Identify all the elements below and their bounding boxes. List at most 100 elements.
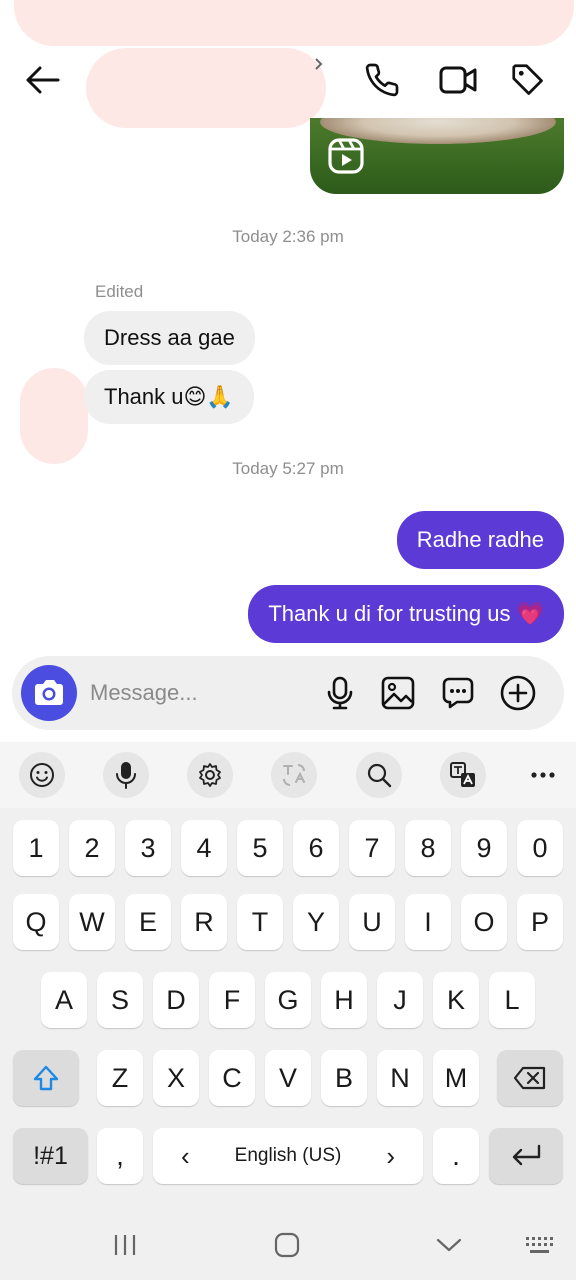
hide-keyboard-icon	[436, 1238, 462, 1252]
key-7[interactable]: 7	[349, 820, 395, 876]
translate-icon	[283, 764, 305, 786]
gallery-icon	[381, 676, 415, 710]
key-8[interactable]: 8	[405, 820, 451, 876]
key-3[interactable]: 3	[125, 820, 171, 876]
phone-icon	[365, 63, 399, 97]
gallery-button[interactable]	[380, 675, 416, 711]
key-g[interactable]: G	[265, 972, 311, 1028]
key-o[interactable]: O	[461, 894, 507, 950]
emoji-button[interactable]	[19, 752, 65, 798]
key-c[interactable]: C	[209, 1050, 255, 1106]
key-5[interactable]: 5	[237, 820, 283, 876]
enter-icon	[512, 1144, 541, 1166]
key-v[interactable]: V	[265, 1050, 311, 1106]
chevron-right-icon	[315, 58, 323, 70]
key-i[interactable]: I	[405, 894, 451, 950]
key-f[interactable]: F	[209, 972, 255, 1028]
backspace-key[interactable]	[497, 1050, 563, 1106]
keyboard-settings-button[interactable]	[187, 752, 233, 798]
space-bar[interactable]: ‹ English (US) ›	[153, 1128, 423, 1184]
system-navigation-bar	[0, 1210, 576, 1280]
key-0[interactable]: 0	[517, 820, 563, 876]
camera-button[interactable]	[21, 665, 77, 721]
key-b[interactable]: B	[321, 1050, 367, 1106]
message-timestamp: Today 5:27 pm	[232, 459, 344, 478]
back-button[interactable]	[18, 60, 66, 100]
key-p[interactable]: P	[517, 894, 563, 950]
key-j[interactable]: J	[377, 972, 423, 1028]
key-t[interactable]: T	[237, 894, 283, 950]
more-options-button[interactable]	[500, 675, 536, 711]
home-button[interactable]	[270, 1228, 304, 1262]
voice-message-button[interactable]	[322, 675, 358, 711]
keyboard-switch-icon	[526, 1237, 553, 1253]
key-q[interactable]: Q	[13, 894, 59, 950]
key-n[interactable]: N	[377, 1050, 423, 1106]
incoming-message[interactable]: Dress aa gae	[84, 311, 255, 365]
keyboard-toolbar	[0, 742, 576, 808]
tag-button[interactable]	[504, 58, 552, 102]
key-z[interactable]: Z	[97, 1050, 143, 1106]
text-translate-icon	[450, 762, 475, 787]
shift-icon	[33, 1065, 59, 1091]
shift-key[interactable]	[13, 1050, 79, 1106]
key-m[interactable]: M	[433, 1050, 479, 1106]
message-input[interactable]	[90, 674, 310, 712]
translate-button[interactable]	[271, 752, 317, 798]
key-x[interactable]: X	[153, 1050, 199, 1106]
message-text: Thank u di for trusting us	[268, 601, 511, 626]
outgoing-message[interactable]: Radhe radhe	[396, 511, 564, 569]
reels-icon	[328, 138, 364, 174]
hide-keyboard-button[interactable]	[432, 1228, 466, 1262]
keyboard-more-button[interactable]	[528, 762, 558, 788]
keyboard-switch-button[interactable]	[522, 1228, 556, 1262]
contact-name-redacted[interactable]	[86, 48, 326, 128]
message-composer	[12, 656, 564, 730]
home-icon	[274, 1232, 300, 1258]
settings-icon	[199, 763, 221, 787]
recents-icon	[114, 1235, 136, 1255]
key-r[interactable]: R	[181, 894, 227, 950]
voice-input-button[interactable]	[103, 752, 149, 798]
symbols-key[interactable]: !#1	[13, 1128, 88, 1184]
plus-icon	[500, 675, 536, 711]
key-y[interactable]: Y	[293, 894, 339, 950]
comma-key[interactable]: ,	[97, 1128, 143, 1184]
enter-key[interactable]	[489, 1128, 563, 1184]
video-call-button[interactable]	[434, 58, 482, 102]
key-u[interactable]: U	[349, 894, 395, 950]
avatar-redacted[interactable]	[20, 368, 88, 464]
period-key[interactable]: .	[433, 1128, 479, 1184]
key-e[interactable]: E	[125, 894, 171, 950]
recents-button[interactable]	[108, 1228, 142, 1262]
sticker-icon	[442, 677, 474, 709]
key-h[interactable]: H	[321, 972, 367, 1028]
shared-reel-thumbnail[interactable]	[310, 118, 564, 194]
key-s[interactable]: S	[97, 972, 143, 1028]
key-a[interactable]: A	[41, 972, 87, 1028]
text-translate-button[interactable]	[440, 752, 486, 798]
key-4[interactable]: 4	[181, 820, 227, 876]
arrow-left-icon	[26, 66, 60, 94]
key-2[interactable]: 2	[69, 820, 115, 876]
emoji-icon	[30, 763, 54, 787]
key-w[interactable]: W	[69, 894, 115, 950]
incoming-message[interactable]: Thank u😊🙏	[84, 370, 254, 424]
sticker-button[interactable]	[440, 675, 476, 711]
keyboard-search-button[interactable]	[356, 752, 402, 798]
key-d[interactable]: D	[153, 972, 199, 1028]
key-1[interactable]: 1	[13, 820, 59, 876]
outgoing-message[interactable]: Thank u di for trusting us 💗	[248, 585, 564, 643]
call-button[interactable]	[358, 58, 406, 102]
backspace-icon	[513, 1066, 546, 1090]
key-l[interactable]: L	[489, 972, 535, 1028]
message-emoji: 😊🙏	[183, 384, 234, 409]
key-9[interactable]: 9	[461, 820, 507, 876]
message-emoji: 💗	[516, 601, 544, 626]
key-k[interactable]: K	[433, 972, 479, 1028]
key-6[interactable]: 6	[293, 820, 339, 876]
more-icon	[531, 772, 555, 778]
message-text: Thank u	[104, 384, 184, 409]
edited-label: Edited	[95, 282, 144, 301]
voice-input-icon	[116, 762, 136, 789]
